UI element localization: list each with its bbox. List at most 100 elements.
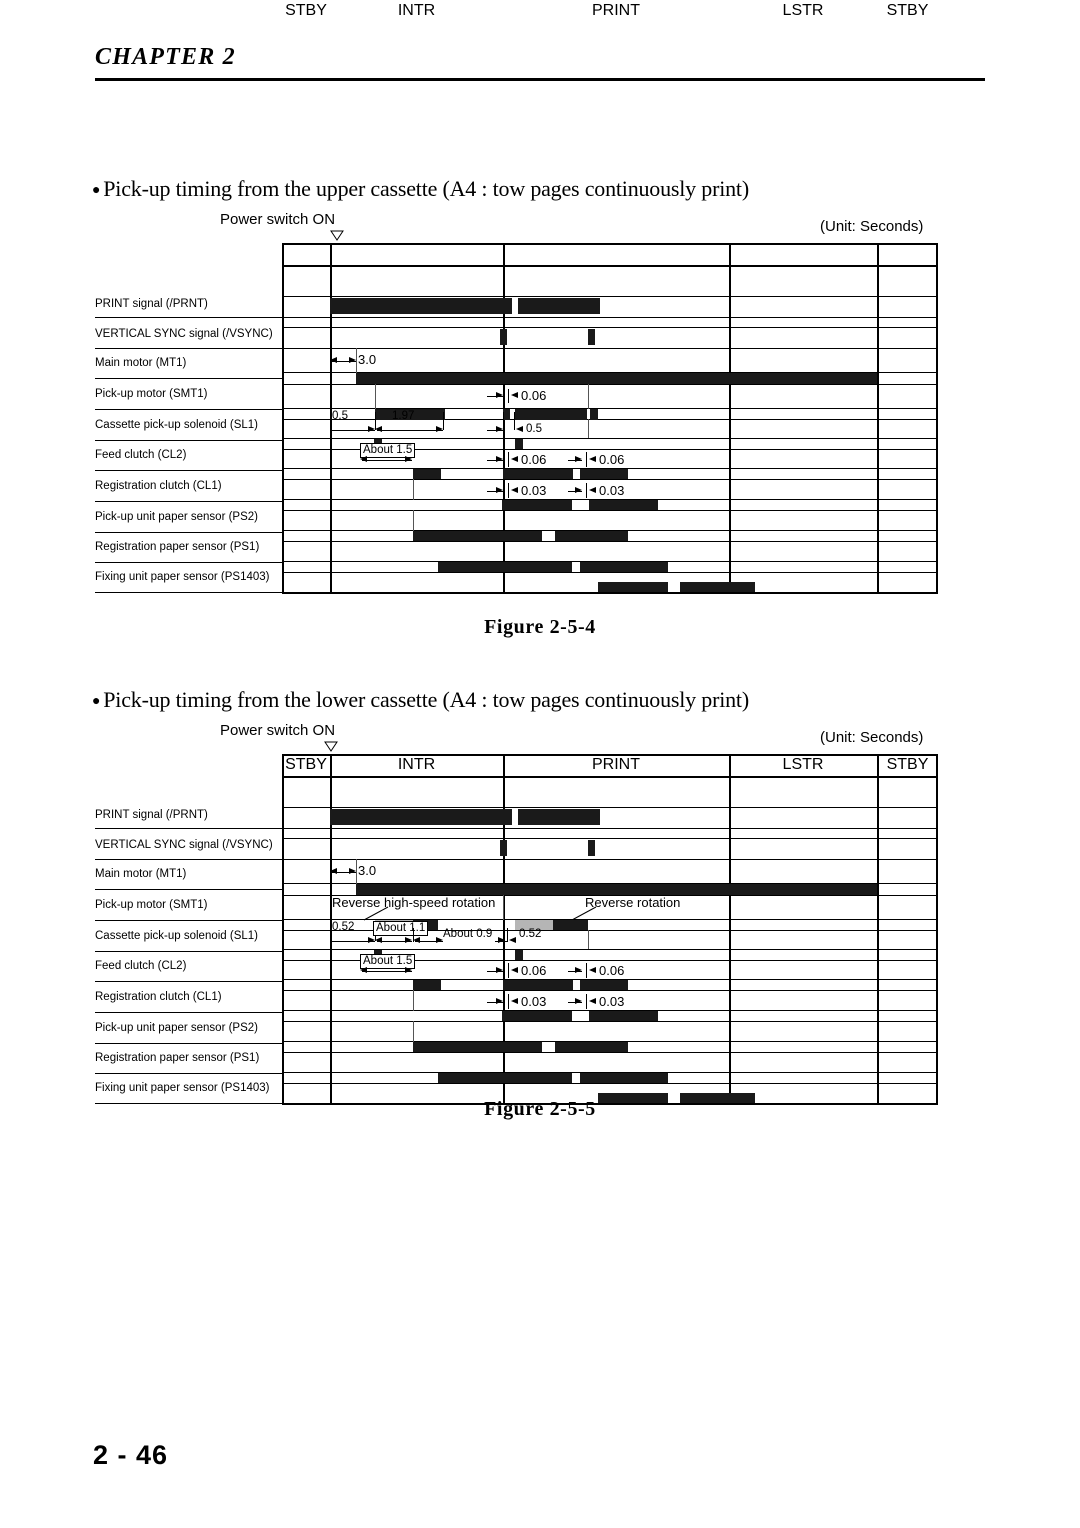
row-rule-1-6 [282, 384, 938, 385]
power-switch-label-2: Power switch ON [220, 722, 336, 739]
row-rule-1-14 [282, 510, 938, 511]
dim-label-006c-2: 0.06 [599, 963, 625, 978]
note-reverse-rotation: Reverse rotation [585, 895, 681, 910]
phase-label-intr-2: INTR [397, 756, 436, 773]
signal-bar-cl1-2a [502, 1011, 572, 1021]
dim-ext-05-1a [330, 412, 331, 430]
signal-bar-vsync-2a [500, 840, 507, 856]
dim-arrow-05b-1 [496, 426, 503, 432]
row-rule-2-3 [282, 838, 938, 839]
dim-arrow-197-1b [436, 426, 443, 432]
row-rule-1-16 [282, 541, 938, 542]
dim-arrow-003-1a [496, 487, 503, 493]
signal-bar-smt1-1c [515, 409, 587, 420]
signal-bar-vsync-2b [588, 840, 595, 856]
dim-ext-006b-1 [508, 452, 509, 467]
dim-label-3-0-2: 3.0 [358, 863, 377, 878]
bullet-icon-2: ● [92, 694, 101, 709]
row-label-rule-2-7 [95, 1012, 282, 1013]
dim-label-003b-2: 0.03 [599, 994, 625, 1009]
signal-bar-smt1-2b [553, 920, 588, 930]
tick-ps2-2 [413, 1021, 414, 1042]
row-rule-1-4 [282, 348, 938, 349]
signal-bar-ps1403-1a [598, 582, 668, 592]
dim-ext-003b-1 [586, 483, 587, 498]
signal-bar-cl2-2b [503, 980, 573, 990]
signal-bar-mt1-2 [356, 884, 877, 895]
power-switch-label-1: Power switch ON [220, 211, 336, 228]
phase-label-lstr-2: LSTR [782, 756, 824, 773]
row-label-rule-1-4 [95, 409, 282, 410]
signal-bar-ps2-2a [413, 1042, 542, 1052]
dim-label-05b-1: 0.5 [526, 423, 542, 435]
row-label-rule-1-5 [95, 440, 282, 441]
row-rule-2-18 [282, 1083, 938, 1084]
dim-arrow-right-3-0-1 [349, 357, 356, 363]
unit-label-1: (Unit: Seconds) [820, 218, 924, 235]
dim-arrow-006b-2a [496, 967, 503, 973]
row-label-rule-2-2 [95, 859, 282, 860]
signal-bar-smt1-1b [503, 409, 510, 420]
unit-label-2: (Unit: Seconds) [820, 729, 924, 746]
phase-label-print-1: PRINT [592, 2, 640, 19]
dim-ext-003-1 [508, 483, 509, 498]
dim-arrow-006b-2b [511, 967, 518, 973]
dim-arrow-006c-2a [575, 967, 582, 973]
signal-bar-prnt-2b [518, 809, 600, 825]
dim-label-05-1: 0.5 [332, 410, 348, 422]
row-label-rule-1-2 [95, 348, 282, 349]
dim-arrow-003b-2a [575, 998, 582, 1004]
dim-arrow-006c-1a [575, 456, 582, 462]
dim-arrow-052-2 [368, 937, 375, 943]
dim-label-006-1: 0.06 [521, 388, 547, 403]
figure-caption-1: Figure 2-5-4 [484, 616, 596, 638]
dim-arrow-about15-1b [405, 456, 412, 462]
phase-label-stby2-2: STBY [886, 756, 929, 773]
dim-arrow-003b-1b [589, 487, 596, 493]
dim-arrow-05c-1 [516, 426, 523, 432]
dim-label-003-1: 0.03 [521, 483, 547, 498]
signal-bar-ps2-1b [555, 531, 628, 541]
triangle-down-icon-2 [324, 741, 338, 752]
phase-label-lstr-1: LSTR [782, 2, 824, 19]
signal-bar-cl1-2b [589, 1011, 658, 1021]
row-rule-2-1 [282, 807, 938, 808]
dim-ext-003-2 [508, 994, 509, 1009]
tick-sl1-2 [588, 930, 589, 949]
tick-mt1-1 [356, 348, 357, 373]
row-label-rule-2-5 [95, 951, 282, 952]
dim-ext-006c-1 [586, 452, 587, 467]
signal-bar-ps1-2a [438, 1073, 572, 1083]
row-label-rule-1-6 [95, 470, 282, 471]
row-label-rule-2-4 [95, 920, 282, 921]
phase-label-stby-2: STBY [285, 756, 327, 773]
dim-arrow-006b-1b [511, 456, 518, 462]
dim-line-197-1 [377, 430, 443, 431]
signal-bar-vsync-1b [588, 329, 595, 345]
dim-ext-197-1 [443, 412, 444, 430]
figure-caption-2: Figure 2-5-5 [484, 1098, 596, 1120]
phase-header-rule-1 [282, 265, 938, 267]
dim-ext-006b-2 [508, 963, 509, 978]
tick-ps2-1 [413, 510, 414, 531]
tick-smt1-1 [375, 384, 376, 409]
page-number: 2 - 46 [93, 1440, 169, 1470]
dim-arrow-05-1 [368, 426, 375, 432]
signal-bar-cl2-2c [580, 980, 628, 990]
signal-bar-ps1403-1b [680, 582, 755, 592]
note-reverse-high-speed: Reverse high-speed rotation [332, 895, 496, 910]
dim-ext-006c-2 [586, 963, 587, 978]
dim-label-003-2: 0.03 [521, 994, 547, 1009]
document-page: CHAPTER 2 ● Pick-up timing from the upper… [0, 0, 1080, 1528]
row-rule-1-2 [282, 317, 938, 318]
dim-arrow-about09-2a [413, 937, 420, 943]
signal-bar-sl1-1b [515, 439, 523, 449]
tick-sl1-1 [588, 419, 589, 438]
tick-smt1-2 [503, 895, 504, 920]
row-label-rule-2-8 [95, 1043, 282, 1044]
phase-label-stby2-1: STBY [886, 2, 929, 19]
tick-mt1-2 [356, 859, 357, 884]
signal-bar-smt1-1d [590, 409, 598, 420]
row-rule-1-18 [282, 572, 938, 573]
dim-box-about11-2: About 1.1 [373, 921, 429, 936]
